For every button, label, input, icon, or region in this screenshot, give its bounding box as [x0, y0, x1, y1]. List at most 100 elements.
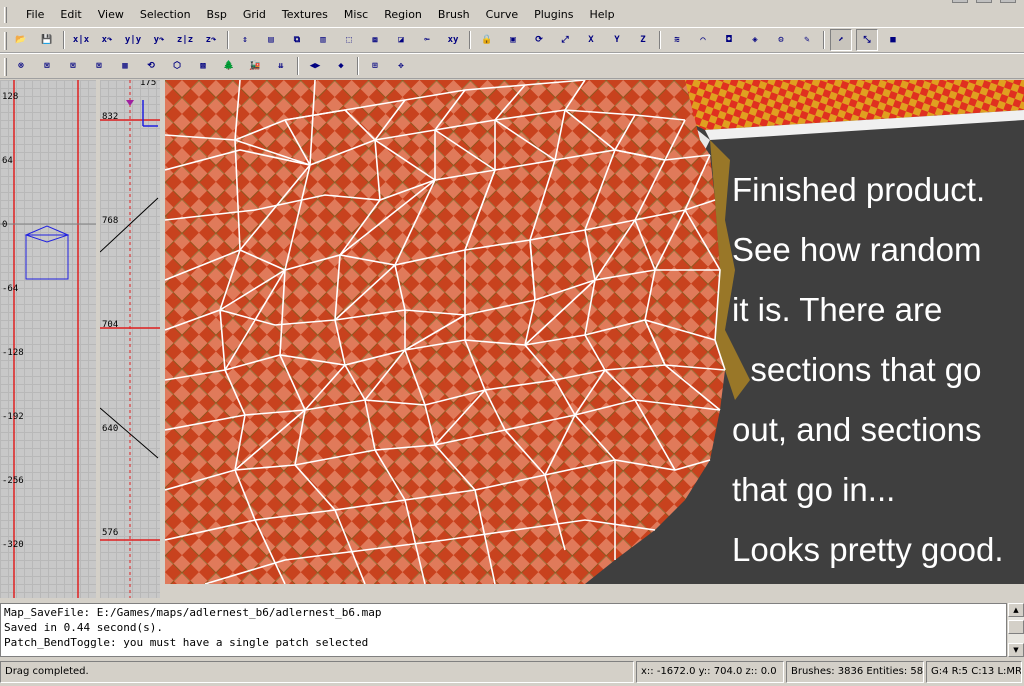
mirror-horizontal-button[interactable]: ◀▶: [304, 55, 326, 77]
patch-wireframe-button[interactable]: ⤡: [856, 29, 878, 51]
x-axis-rotate-icon: x↷: [101, 35, 113, 45]
patch-curve-button[interactable]: ⌒: [692, 29, 714, 51]
patch-cap-button[interactable]: ◘: [718, 29, 740, 51]
clipper-button[interactable]: ⟜: [416, 29, 438, 51]
axis-tick-label: -128: [2, 348, 24, 358]
menu-bsp[interactable]: Bsp: [199, 4, 235, 26]
tree-icon: 🌲: [223, 61, 235, 71]
tree-button[interactable]: 🌲: [218, 55, 240, 77]
refresh-icon: ⟲: [147, 61, 155, 71]
xz-ortho-canvas: [0, 80, 96, 598]
toolbar-grip[interactable]: [4, 32, 7, 50]
brush-3sided-button[interactable]: ⊠: [62, 55, 84, 77]
select-inside-button[interactable]: ⬚: [338, 29, 360, 51]
open-button[interactable]: 📂: [10, 29, 32, 51]
menu-plugins[interactable]: Plugins: [526, 4, 581, 26]
size-to-fit-button[interactable]: ▤: [260, 29, 282, 51]
z-axis-rotate-button[interactable]: z↷: [200, 29, 222, 51]
camera-button[interactable]: ▣: [502, 29, 524, 51]
y-axis-rotate-button[interactable]: y↷: [148, 29, 170, 51]
patch-bend-button[interactable]: ≋: [666, 29, 688, 51]
z-view-button[interactable]: Z: [632, 29, 654, 51]
hexagon-button[interactable]: ⬡: [166, 55, 188, 77]
window-close-stub[interactable]: [1000, 0, 1016, 3]
menu-edit[interactable]: Edit: [52, 4, 89, 26]
patch-inspector-button[interactable]: ◈: [744, 29, 766, 51]
camera-overlay-text: Finished product. See how random it is. …: [732, 171, 1004, 568]
entity-button[interactable]: ⊚: [10, 55, 32, 77]
menu-region[interactable]: Region: [376, 4, 430, 26]
patch-drill-button[interactable]: ✎: [796, 29, 818, 51]
texture-lock-button[interactable]: 🔒: [476, 29, 498, 51]
camera-move-button[interactable]: ✥: [390, 55, 412, 77]
refresh-button[interactable]: ⟲: [140, 55, 162, 77]
texture-lock-icon: 🔒: [481, 35, 493, 45]
show-patch-bounds-button[interactable]: ⬈: [830, 29, 852, 51]
brush-red-button[interactable]: ■: [882, 29, 904, 51]
scroll-down-icon[interactable]: ▼: [1008, 643, 1024, 657]
y-axis-flip-button[interactable]: y|y: [122, 29, 144, 51]
patch-wireframe-icon: ⤡: [863, 35, 871, 45]
menu-file[interactable]: File: [18, 4, 52, 26]
scale-button[interactable]: ⤢: [554, 29, 576, 51]
axis-tick-label: -256: [2, 476, 24, 486]
scroll-thumb[interactable]: [1008, 620, 1024, 634]
mirror-vertical-button[interactable]: ◆: [330, 55, 352, 77]
patch-cap-icon: ◘: [726, 35, 732, 45]
size-to-fit-icon: ▤: [268, 35, 274, 45]
menu-misc[interactable]: Misc: [336, 4, 376, 26]
x-axis-rotate-button[interactable]: x↷: [96, 29, 118, 51]
texture-button[interactable]: ▩: [192, 55, 214, 77]
window-maximize-stub[interactable]: [976, 0, 992, 3]
select-touching-button[interactable]: ⧈: [364, 29, 386, 51]
axis-tick-label: -192: [2, 412, 24, 422]
mid-view-top-label: 175: [140, 80, 157, 88]
patch-weld-icon: ⚙: [778, 35, 784, 45]
x-axis-flip-button[interactable]: x|x: [70, 29, 92, 51]
camera-3d-view[interactable]: Finished product. See how random it is. …: [165, 80, 1024, 584]
change-view-button[interactable]: ⟳: [528, 29, 550, 51]
list-icon: ▦: [122, 61, 128, 71]
menu-view[interactable]: View: [90, 4, 132, 26]
console-output[interactable]: Map_SaveFile: E:/Games/maps/adlernest_b6…: [0, 603, 1007, 657]
paste-button[interactable]: ▥: [312, 29, 334, 51]
select-complete-button[interactable]: ◪: [390, 29, 412, 51]
change-view-icon: ⟳: [535, 35, 543, 45]
view-xy-button[interactable]: xy: [442, 29, 464, 51]
z-axis-flip-button[interactable]: z|z: [174, 29, 196, 51]
menu-curve[interactable]: Curve: [478, 4, 526, 26]
x-view-button[interactable]: X: [580, 29, 602, 51]
toolbar-grip[interactable]: [4, 58, 7, 76]
window-minimize-stub[interactable]: [952, 0, 968, 3]
grid-button[interactable]: ⊞: [364, 55, 386, 77]
toolbar-separator: [227, 31, 229, 49]
menu-selection[interactable]: Selection: [132, 4, 199, 26]
xz-ortho-view[interactable]: 128 64 0 -64 -128 -192 -256 -320: [0, 80, 96, 598]
menu-grid[interactable]: Grid: [235, 4, 274, 26]
brush-2sided-button[interactable]: ⊠: [36, 55, 58, 77]
patch-weld-button[interactable]: ⚙: [770, 29, 792, 51]
xy-ortho-view[interactable]: 832 768 704 640 576 175: [100, 80, 160, 598]
complete-tall-button[interactable]: ⇕: [234, 29, 256, 51]
axis-tick-label: 128: [2, 92, 19, 102]
cut-plane-button[interactable]: ⧉: [286, 29, 308, 51]
y-axis-flip-icon: y|y: [124, 35, 142, 45]
xy-ortho-canvas: [100, 80, 160, 598]
arrow-down-button[interactable]: ⇊: [270, 55, 292, 77]
y-axis-rotate-icon: y↷: [153, 35, 165, 45]
train-button[interactable]: 🚂: [244, 55, 266, 77]
menu-textures[interactable]: Textures: [274, 4, 336, 26]
brush-4sided-button[interactable]: ⊠: [88, 55, 110, 77]
console-scrollbar[interactable]: ▲ ▼: [1008, 603, 1024, 657]
scroll-up-icon[interactable]: ▲: [1008, 603, 1024, 617]
list-button[interactable]: ▦: [114, 55, 136, 77]
brush-3sided-icon: ⊠: [70, 61, 76, 71]
save-button[interactable]: 💾: [36, 29, 58, 51]
menu-grip[interactable]: [4, 7, 7, 23]
menu-help[interactable]: Help: [582, 4, 623, 26]
z-axis-rotate-icon: z↷: [205, 35, 217, 45]
y-view-button[interactable]: Y: [606, 29, 628, 51]
select-inside-icon: ⬚: [346, 35, 352, 45]
camera-splitter[interactable]: [165, 584, 1024, 598]
menu-brush[interactable]: Brush: [430, 4, 478, 26]
